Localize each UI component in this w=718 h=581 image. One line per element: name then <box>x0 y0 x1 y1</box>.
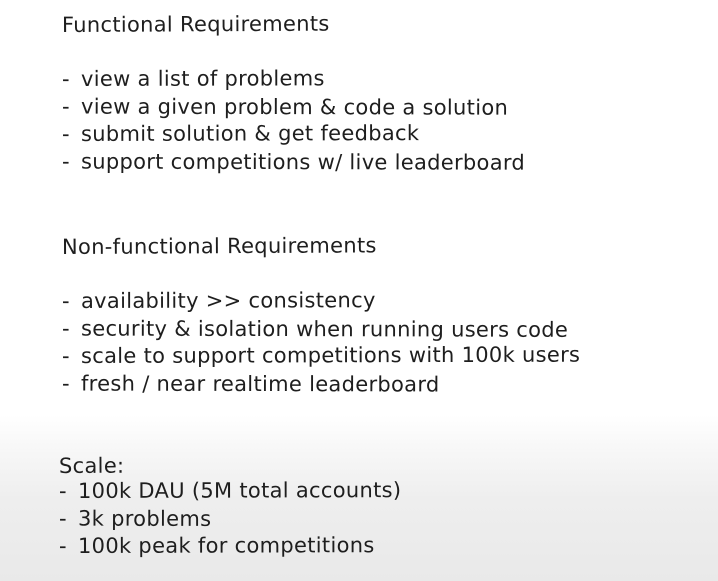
list-item-text: availability >> consistency <box>80 288 376 313</box>
list-item: - availability >> consistency <box>62 287 580 316</box>
list-item: - view a list of problems <box>62 65 525 94</box>
bullet-dash: - <box>61 121 70 146</box>
list-item-text: scale to support competitions with 100k … <box>80 342 581 368</box>
list-item: - security & isolation when running users… <box>62 316 580 345</box>
list-item-text: 100k peak for competitions <box>77 532 375 558</box>
list-item-text: submit solution & get feedback <box>80 120 420 146</box>
bullet-dash: - <box>61 288 70 313</box>
list-item-text: fresh / near realtime leaderboard <box>80 371 440 397</box>
list-item: -3k problems <box>59 506 401 534</box>
scale-list: -100k DAU (5M total accounts) -3k proble… <box>59 478 401 560</box>
list-item-text: view a list of problems <box>80 66 325 91</box>
list-item: - submit solution & get feedback <box>62 119 525 148</box>
bullet-dash: - <box>61 343 70 368</box>
list-item: - view a given problem & code a solution <box>62 94 525 123</box>
list-item: - fresh / near realtime leaderboard <box>62 370 580 399</box>
bullet-dash: - <box>61 149 70 174</box>
list-item-text: view a given problem & code a solution <box>80 94 509 120</box>
non-functional-requirements-list: - availability >> consistency - security &… <box>62 288 580 397</box>
list-item: -100k DAU (5M total accounts) <box>59 477 401 505</box>
bullet-dash: - <box>61 316 70 341</box>
list-item-text: 3k problems <box>77 506 212 532</box>
bullet-dash: - <box>61 94 70 119</box>
bullet-dash: - <box>58 506 67 531</box>
list-item-text: security & isolation when running users … <box>80 316 569 343</box>
functional-requirements-list: - view a list of problems - view a given p… <box>62 66 525 175</box>
list-item-text: 100k DAU (5M total accounts) <box>77 478 402 503</box>
list-item: - scale to support competitions with 100k… <box>62 341 580 370</box>
bullet-dash: - <box>58 478 67 503</box>
non-functional-requirements-heading: Non-functional Requirements <box>61 233 377 259</box>
list-item: - support competitions w/ live leaderboar… <box>62 148 525 177</box>
functional-requirements-heading: Functional Requirements <box>61 11 330 37</box>
scale-heading: Scale: <box>58 453 125 478</box>
bullet-dash: - <box>58 533 67 558</box>
whiteboard-canvas: Functional Requirements - view a list of … <box>0 0 718 581</box>
list-item: -100k peak for competitions <box>59 532 401 560</box>
list-item-text: support competitions w/ live leaderboard <box>80 149 526 175</box>
bullet-dash: - <box>61 66 70 91</box>
bullet-dash: - <box>61 371 70 396</box>
